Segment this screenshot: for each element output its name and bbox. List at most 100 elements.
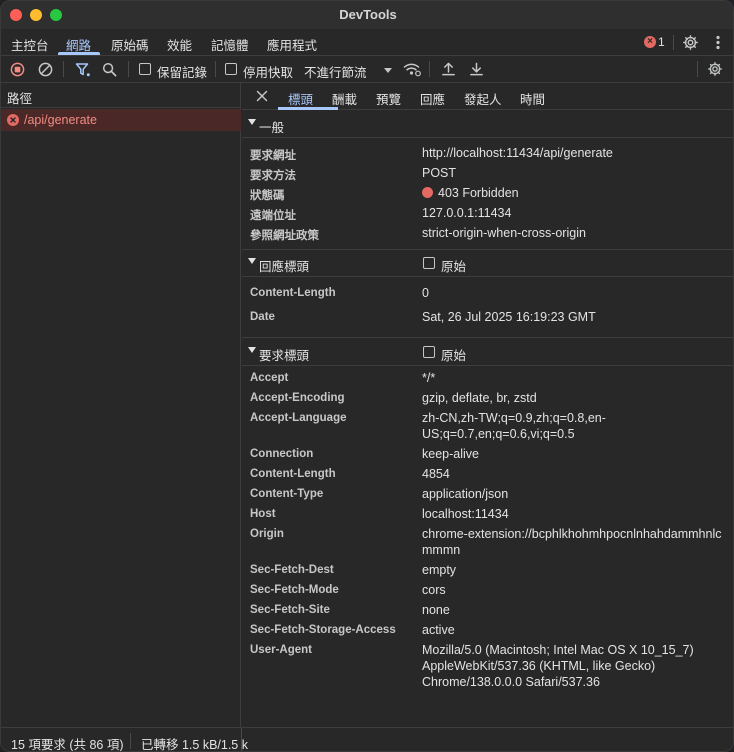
- tab-preview[interactable]: 預覽: [376, 89, 401, 108]
- raw-label[interactable]: 原始: [441, 345, 466, 364]
- devtools-window: DevTools 主控台 網路 原始碼 效能 記憶體 應用程式 × 1 保留記錄…: [0, 0, 734, 752]
- request-row[interactable]: /api/generate: [1, 109, 241, 131]
- header-key: Accept-Encoding: [250, 392, 345, 404]
- title-bar: DevTools: [1, 1, 733, 29]
- section-title: 一般: [259, 121, 285, 135]
- status-code-text: 403 Forbidden: [438, 186, 519, 200]
- network-settings-gear-icon[interactable]: [707, 61, 723, 77]
- divider: [242, 276, 733, 277]
- request-count-summary: 15 項要求 (共 86 項): [11, 738, 124, 752]
- header-key: Content-Length: [250, 468, 336, 480]
- divider: [215, 61, 216, 77]
- header-key: 要求網址: [250, 150, 296, 162]
- header-key: Sec-Fetch-Mode: [250, 584, 339, 596]
- header-value: http://localhost:11434/api/generate: [422, 146, 613, 160]
- disable-cache-label[interactable]: 停用快取: [243, 62, 293, 81]
- error-status-icon: [7, 114, 19, 126]
- network-toolbar: 保留記錄 停用快取 不進行節流: [1, 56, 733, 83]
- tab-sources[interactable]: 原始碼: [111, 35, 149, 54]
- tab-memory[interactable]: 記憶體: [211, 35, 249, 54]
- header-key: Connection: [250, 448, 314, 460]
- tab-console[interactable]: 主控台: [11, 35, 49, 54]
- header-value: POST: [422, 166, 457, 180]
- header-value: Mozilla/5.0 (Macintosh; Intel Mac OS X 1…: [422, 643, 694, 689]
- header-key: Host: [250, 508, 276, 520]
- window-title: DevTools: [339, 7, 397, 22]
- details-tab-bar: 標頭 酬載 預覽 回應 發起人 時間: [242, 83, 733, 110]
- tab-performance[interactable]: 效能: [167, 35, 192, 54]
- header-key: 狀態碼: [250, 190, 285, 202]
- clear-icon[interactable]: [38, 62, 53, 77]
- active-tab-indicator: [278, 107, 338, 110]
- column-header-path[interactable]: 路徑: [1, 83, 241, 108]
- column-header-label: 路徑: [7, 92, 33, 106]
- header-key: Content-Type: [250, 488, 324, 500]
- header-value: empty: [422, 563, 457, 577]
- disable-cache-checkbox[interactable]: [225, 63, 237, 75]
- tab-initiator[interactable]: 發起人: [464, 89, 502, 108]
- header-key: Sec-Fetch-Site: [250, 604, 330, 616]
- transferred-summary: 已轉移 1.5 kB/1.5 k: [141, 738, 248, 752]
- close-icon[interactable]: [256, 90, 268, 102]
- header-value: none: [422, 603, 450, 617]
- header-key: User-Agent: [250, 644, 312, 656]
- request-headers-section-header[interactable]: 要求標頭 原始: [242, 339, 733, 365]
- tab-application[interactable]: 應用程式: [267, 35, 317, 54]
- chevron-down-icon[interactable]: [384, 68, 392, 73]
- header-key: Content-Length: [250, 287, 336, 299]
- divider: [697, 61, 698, 77]
- divider: [242, 137, 733, 138]
- request-name: /api/generate: [24, 113, 97, 127]
- section-title: 要求標頭: [259, 349, 310, 363]
- status-code-value: 403 Forbidden: [422, 185, 727, 201]
- divider: [673, 35, 674, 50]
- general-section-header[interactable]: 一般: [242, 111, 733, 137]
- raw-checkbox[interactable]: [423, 257, 435, 269]
- tab-response[interactable]: 回應: [420, 89, 445, 108]
- network-status-bar: 15 項要求 (共 86 項) 已轉移 1.5 kB/1.5 k: [1, 727, 733, 752]
- preserve-log-label[interactable]: 保留記錄: [157, 62, 207, 81]
- header-value: Sat, 26 Jul 2025 16:19:23 GMT: [422, 310, 596, 324]
- filter-icon[interactable]: [75, 62, 91, 78]
- network-conditions-icon[interactable]: [403, 61, 421, 77]
- error-count[interactable]: 1: [658, 35, 665, 49]
- response-headers-section-header[interactable]: 回應標頭 原始: [242, 250, 733, 276]
- export-download-icon[interactable]: [469, 61, 484, 77]
- divider: [128, 61, 129, 77]
- raw-checkbox[interactable]: [423, 346, 435, 358]
- divider: [242, 365, 733, 366]
- header-value: */*: [422, 371, 436, 385]
- search-icon[interactable]: [102, 62, 117, 77]
- tab-headers[interactable]: 標頭: [288, 89, 313, 108]
- tab-payload[interactable]: 酬載: [332, 89, 357, 108]
- header-value: strict-origin-when-cross-origin: [422, 226, 586, 240]
- header-key: Origin: [250, 528, 284, 540]
- section-title: 回應標頭: [259, 260, 310, 274]
- active-tab-indicator: [58, 52, 100, 55]
- record-stop-icon[interactable]: [10, 62, 25, 77]
- header-value: keep-alive: [422, 447, 479, 461]
- request-details-pane: 標頭 酬載 預覽 回應 發起人 時間 一般 要求網址 http://localh…: [242, 83, 733, 727]
- panel-tab-bar: 主控台 網路 原始碼 效能 記憶體 應用程式 × 1: [1, 29, 733, 56]
- error-icon[interactable]: ×: [644, 36, 656, 48]
- header-value: localhost:11434: [422, 507, 509, 521]
- more-options-icon[interactable]: [714, 35, 722, 50]
- raw-label[interactable]: 原始: [441, 256, 466, 275]
- throttling-select[interactable]: 不進行節流: [304, 62, 367, 81]
- preserve-log-checkbox[interactable]: [139, 63, 151, 75]
- expand-triangle-icon: [248, 347, 256, 353]
- expand-triangle-icon: [248, 258, 256, 264]
- header-key: Sec-Fetch-Storage-Access: [250, 624, 396, 636]
- import-upload-icon[interactable]: [441, 61, 456, 77]
- request-list-pane: 路徑 /api/generate: [1, 83, 241, 751]
- tab-timing[interactable]: 時間: [520, 89, 545, 108]
- header-value: active: [422, 623, 455, 637]
- header-value: application/json: [422, 487, 509, 501]
- divider: [130, 733, 131, 749]
- pane-divider[interactable]: [241, 728, 242, 751]
- header-value: 0: [422, 286, 429, 300]
- header-key: 遠端位址: [250, 210, 296, 222]
- header-value: 127.0.0.1:11434: [422, 206, 512, 220]
- settings-gear-icon[interactable]: [682, 34, 699, 51]
- header-key: Date: [250, 311, 275, 323]
